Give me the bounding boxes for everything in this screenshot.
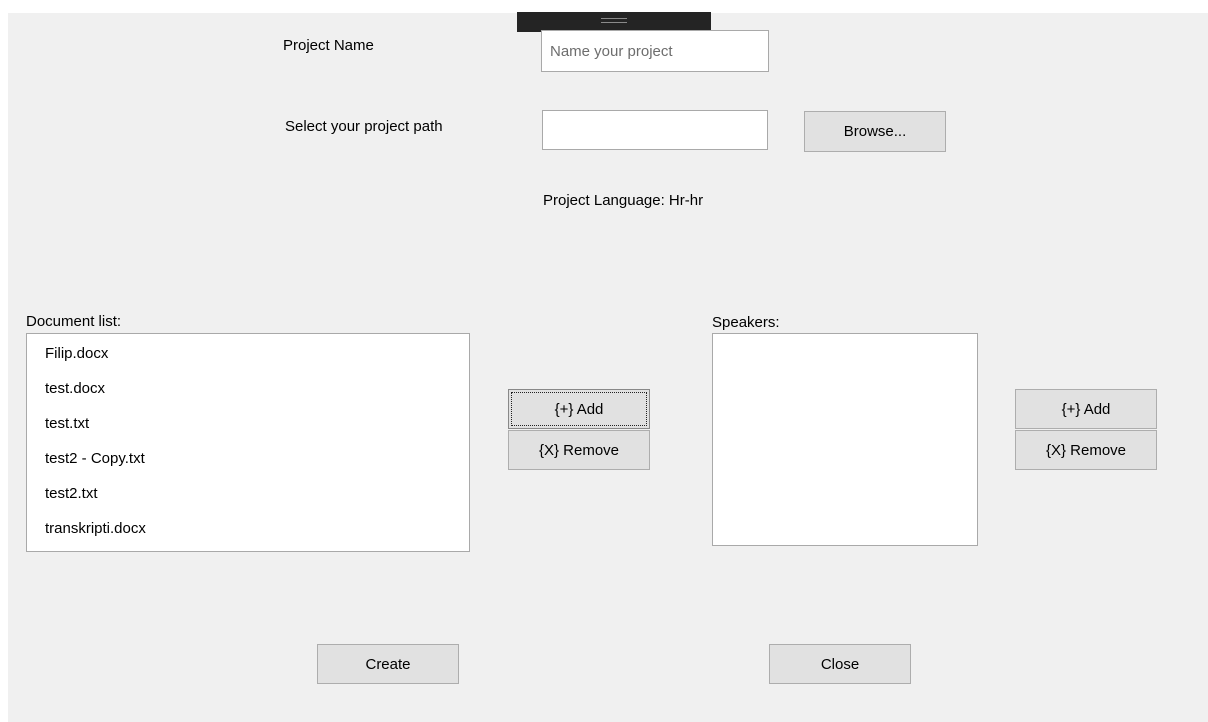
browse-button[interactable]: Browse... xyxy=(804,111,946,152)
document-list-label: Document list: xyxy=(26,313,122,330)
close-button[interactable]: Close xyxy=(769,644,911,684)
list-item[interactable]: Filip.docx xyxy=(27,336,469,371)
list-item[interactable]: test.txt xyxy=(27,406,469,441)
project-name-input[interactable] xyxy=(541,30,769,72)
speakers-list[interactable] xyxy=(712,333,978,546)
remove-speaker-button[interactable]: {X} Remove xyxy=(1015,430,1157,470)
add-document-label: {+} Add xyxy=(554,400,604,418)
project-path-label: Select your project path xyxy=(285,118,443,135)
list-item[interactable]: test2.txt xyxy=(27,476,469,511)
create-button[interactable]: Create xyxy=(317,644,459,684)
add-document-button[interactable]: {+} Add xyxy=(508,389,650,429)
document-list[interactable]: Filip.docx test.docx test.txt test2 - Co… xyxy=(26,333,470,552)
list-item[interactable]: test.docx xyxy=(27,371,469,406)
project-language-label: Project Language: Hr-hr xyxy=(543,192,704,209)
list-item[interactable]: transkripti.docx xyxy=(27,511,469,546)
project-name-label: Project Name xyxy=(283,37,374,54)
project-path-input[interactable] xyxy=(542,110,768,150)
grip-icon xyxy=(601,18,627,23)
list-item[interactable]: test2 - Copy.txt xyxy=(27,441,469,476)
speakers-label: Speakers: xyxy=(712,314,780,331)
window-drag-handle[interactable] xyxy=(517,12,711,32)
remove-document-button[interactable]: {X} Remove xyxy=(508,430,650,470)
add-speaker-button[interactable]: {+} Add xyxy=(1015,389,1157,429)
